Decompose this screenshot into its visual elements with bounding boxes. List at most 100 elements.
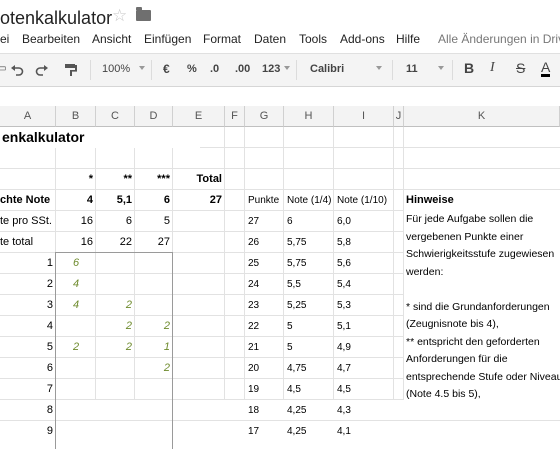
task-points[interactable]: 2 [96,316,135,337]
grade-note-tenth[interactable]: 4,3 [334,400,394,421]
percent-button[interactable]: % [187,62,197,76]
summary-value[interactable]: 22 [96,232,135,253]
grade-note-quarter[interactable]: 6 [284,211,334,232]
paint-format-icon[interactable] [64,63,78,77]
summary-value[interactable]: 4 [56,190,96,211]
redo-icon[interactable] [35,64,49,76]
column-header-f[interactable]: F [225,106,245,127]
task-points[interactable] [135,379,173,400]
task-points[interactable] [135,253,173,274]
number-format-button[interactable]: 123 [262,62,280,76]
menu-insert[interactable]: Einfügen [144,32,191,46]
hints-line[interactable]: entsprechende Stufe oder Niveau [404,369,560,387]
summary-value[interactable]: 16 [56,232,96,253]
menu-view[interactable]: Ansicht [92,32,131,46]
grade-note-quarter[interactable]: 4,25 [284,400,334,421]
menu-addons[interactable]: Add-ons [340,32,385,46]
star-icon[interactable]: ☆ [112,6,127,26]
row-label[interactable]: te total [0,232,56,253]
number-format-dropdown-icon[interactable] [284,66,290,70]
grade-note-tenth[interactable]: 5,1 [334,316,394,337]
grade-note-tenth[interactable]: 4,5 [334,379,394,400]
task-points[interactable] [135,400,173,421]
grade-note-tenth[interactable]: 6,0 [334,211,394,232]
bold-button[interactable]: B [464,61,474,75]
zoom-dropdown-icon[interactable] [139,66,145,70]
text-color-button[interactable]: A [541,60,551,77]
hints-line[interactable]: (Zeugnisnote bis 4), [404,316,560,334]
column-header-e[interactable]: E [173,106,225,127]
grade-note-quarter[interactable]: 4,25 [284,421,334,442]
task-points[interactable] [135,295,173,316]
increase-decimal-button[interactable]: .00 [235,62,250,76]
grade-note-quarter[interactable]: 4,5 [284,379,334,400]
grade-note-quarter[interactable]: 5,75 [284,232,334,253]
task-points[interactable] [56,400,96,421]
summary-value[interactable]: 5 [135,211,173,232]
grade-note-tenth[interactable]: 5,6 [334,253,394,274]
grade-points[interactable]: 24 [245,274,284,295]
grade-note-tenth[interactable]: 4,9 [334,337,394,358]
grade-header-note-quarter[interactable]: Note (1/4) [284,190,334,211]
zoom-select[interactable]: 100% [102,62,130,76]
grade-note-tenth[interactable]: 4,7 [334,358,394,379]
task-points[interactable] [96,358,135,379]
task-number[interactable]: 2 [0,274,56,295]
column-header-g[interactable]: G [245,106,284,127]
document-title[interactable]: otenkalkulator [0,8,112,28]
grade-points[interactable]: 22 [245,316,284,337]
row-label[interactable]: te pro SSt. [0,211,56,232]
column-header-a[interactable]: A [0,106,56,127]
task-points[interactable] [96,253,135,274]
task-points[interactable] [56,421,96,442]
header-star-2[interactable]: ** [96,169,135,190]
grade-note-tenth[interactable]: 5,4 [334,274,394,295]
column-header-c[interactable]: C [96,106,135,127]
folder-icon[interactable] [136,7,151,21]
summary-value[interactable] [173,211,225,232]
grade-points[interactable]: 20 [245,358,284,379]
column-header-i[interactable]: I [334,106,394,127]
task-points[interactable] [135,274,173,295]
task-number[interactable]: 4 [0,316,56,337]
spreadsheet-grid[interactable]: A B C D E F G H I J Kenkalkulator * ** *** Total chte N… [0,106,560,449]
column-header-d[interactable]: D [135,106,173,127]
column-header-h[interactable]: H [284,106,334,127]
menu-tools[interactable]: Tools [299,32,327,46]
task-points[interactable] [96,379,135,400]
row-label[interactable]: chte Note [0,190,56,211]
font-select[interactable]: Calibri [310,62,344,76]
task-points[interactable] [135,421,173,442]
grade-points[interactable]: 18 [245,400,284,421]
hints-line[interactable]: Anforderungen für die [404,351,560,369]
hints-line[interactable]: vergebenen Punkte einer [404,229,560,247]
hints-line[interactable] [404,281,560,299]
task-points[interactable] [96,421,135,442]
menu-data[interactable]: Daten [254,32,286,46]
task-points[interactable]: 4 [56,295,96,316]
summary-value[interactable] [173,232,225,253]
summary-value[interactable]: 5,1 [96,190,135,211]
task-number[interactable]: 3 [0,295,56,316]
grade-points[interactable]: 26 [245,232,284,253]
grade-note-quarter[interactable]: 5,25 [284,295,334,316]
task-points[interactable] [56,379,96,400]
summary-value[interactable]: 6 [96,211,135,232]
menu-edit[interactable]: Bearbeiten [22,32,80,46]
grade-note-tenth[interactable]: 5,8 [334,232,394,253]
task-number[interactable]: 6 [0,358,56,379]
undo-icon[interactable] [10,64,24,76]
task-points[interactable] [56,316,96,337]
header-total[interactable]: Total [173,169,225,190]
grade-note-tenth[interactable]: 4,1 [334,421,394,442]
menu-help[interactable]: Hilfe [396,32,420,46]
grade-note-tenth[interactable]: 5,3 [334,295,394,316]
header-star-1[interactable]: * [56,169,96,190]
grade-points[interactable]: 25 [245,253,284,274]
task-points[interactable]: 2 [135,316,173,337]
menu-file[interactable]: ei [0,32,9,46]
hints-title[interactable]: Hinweise [404,190,560,211]
summary-value[interactable]: 16 [56,211,96,232]
grade-points[interactable]: 17 [245,421,284,442]
task-points[interactable]: 2 [96,295,135,316]
